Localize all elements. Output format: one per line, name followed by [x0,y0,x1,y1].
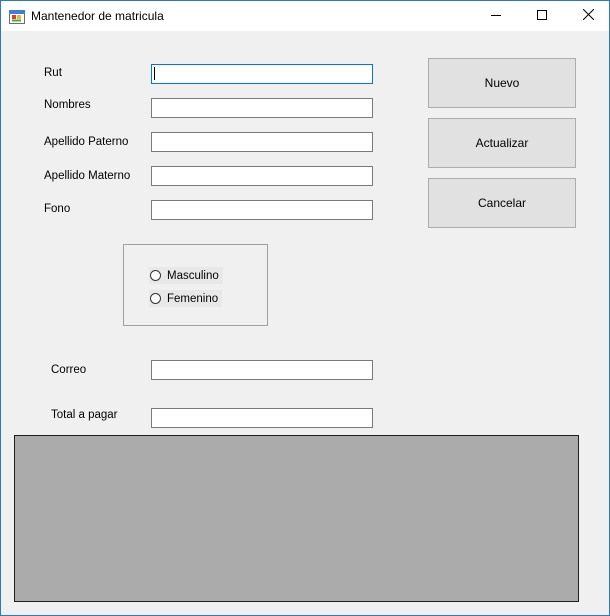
masculino-radio-button[interactable] [150,270,161,281]
nombres-input[interactable] [151,98,373,118]
cancelar-button[interactable]: Cancelar [428,178,576,228]
correo-input[interactable] [151,360,373,380]
rut-label: Rut [44,67,62,79]
title-bar[interactable]: Mantenedor de matricula [1,1,609,31]
fono-input[interactable] [151,200,373,220]
femenino-radio-label: Femenino [167,292,219,305]
minimize-icon [491,9,501,23]
nombres-label: Nombres [44,99,91,111]
nuevo-button[interactable]: Nuevo [428,58,576,108]
apellido-paterno-label: Apellido Paterno [44,136,129,148]
fono-label: Fono [44,203,71,215]
femenino-radio-option[interactable]: Femenino [149,290,223,307]
apellido-materno-label: Apellido Materno [44,170,131,182]
total-a-pagar-input[interactable] [151,408,373,428]
maximize-button[interactable] [519,1,565,31]
masculino-radio-option[interactable]: Masculino [149,267,223,284]
apellido-paterno-input[interactable] [151,132,373,152]
app-icon [9,9,25,25]
gender-group-box [123,244,268,326]
close-button[interactable] [565,1,609,31]
masculino-radio-label: Masculino [167,269,219,282]
close-icon [582,8,594,23]
window-title: Mantenedor de matricula [31,9,164,23]
main-window: Mantenedor de matricula Rut Nombres Apel… [0,0,610,616]
femenino-radio-button[interactable] [150,293,161,304]
minimize-button[interactable] [473,1,519,31]
data-grid[interactable] [14,435,579,602]
apellido-materno-input[interactable] [151,166,373,186]
maximize-icon [537,9,547,23]
total-a-pagar-label: Total a pagar [51,409,118,421]
rut-input[interactable] [151,64,373,84]
text-caret [154,67,155,80]
correo-label: Correo [51,364,87,376]
actualizar-button[interactable]: Actualizar [428,118,576,168]
